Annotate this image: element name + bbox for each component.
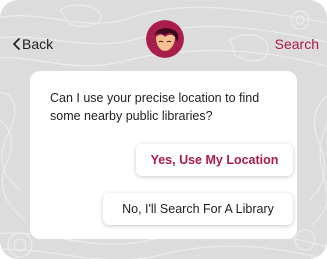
use-my-location-button[interactable]: Yes, Use My Location (136, 144, 293, 176)
back-button-label: Back (22, 36, 54, 52)
search-button[interactable]: Search (275, 36, 319, 52)
chevron-left-icon (13, 38, 20, 50)
app-logo-icon (146, 20, 184, 58)
app-screen: Back Search Can I use your precise locat… (0, 0, 327, 259)
back-button[interactable]: Back (12, 36, 53, 52)
search-for-library-button[interactable]: No, I'll Search For A Library (103, 193, 293, 225)
location-prompt-text: Can I use your precise location to find … (50, 91, 260, 123)
navigation-header: Back Search (0, 0, 327, 70)
location-permission-dialog: Can I use your precise location to find … (30, 71, 297, 239)
